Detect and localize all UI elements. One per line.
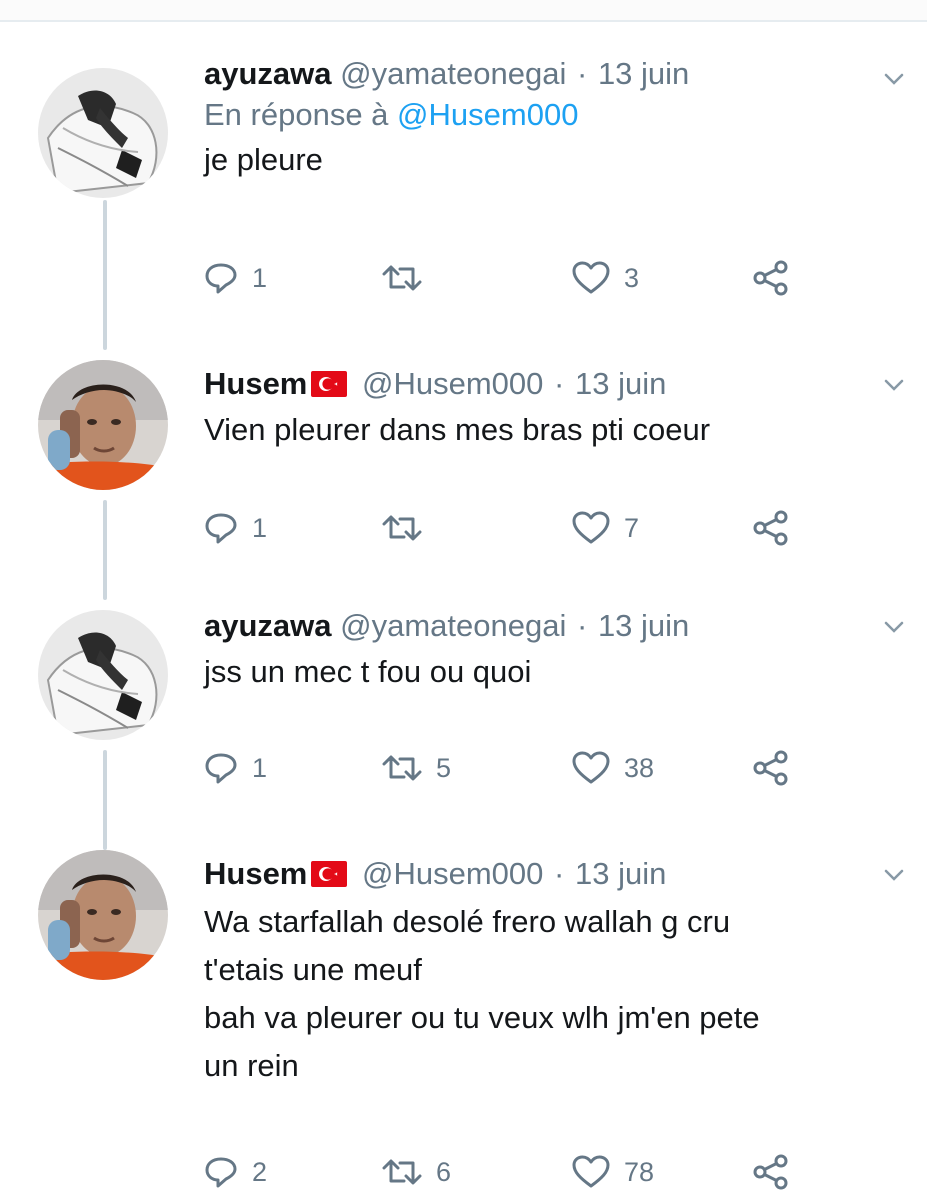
- separator: ·: [576, 56, 588, 91]
- retweet-button[interactable]: [382, 258, 436, 298]
- retweet-icon: [382, 755, 422, 781]
- separator: ·: [554, 366, 565, 401]
- author-name[interactable]: Husem: [204, 366, 307, 401]
- retweet-button[interactable]: 6: [382, 1152, 451, 1192]
- author-handle[interactable]: @Husem000: [362, 856, 543, 891]
- tweet[interactable]: Husem @Husem000 · 13 juin Wa starfallah …: [0, 830, 927, 1200]
- tweet-actions: 2 6 78: [204, 1152, 824, 1192]
- tweet[interactable]: ayuzawa @yamateonegai · 13 juin jss un m…: [0, 580, 927, 830]
- retweet-button[interactable]: [382, 508, 436, 548]
- tweet[interactable]: Husem @Husem000 · 13 juin Vien pleurer d…: [0, 330, 927, 580]
- author-handle[interactable]: @yamateonegai: [340, 608, 566, 643]
- tweet-text-line: un rein: [204, 1048, 299, 1083]
- heart-icon: [572, 261, 610, 294]
- author-handle[interactable]: @yamateonegai: [340, 56, 566, 91]
- heart-icon: [572, 511, 610, 544]
- tweet-text: jss un mec t fou ou quoi: [204, 648, 887, 696]
- tweet-header: ayuzawa @yamateonegai · 13 juin: [204, 606, 887, 646]
- like-count: 38: [624, 752, 655, 783]
- reply-count: 2: [252, 1156, 268, 1187]
- heart-icon: [572, 751, 610, 784]
- reply-icon: [205, 753, 237, 784]
- retweet-icon: [382, 265, 422, 291]
- chevron-down-icon[interactable]: [879, 64, 909, 94]
- author-handle[interactable]: @Husem000: [362, 366, 543, 401]
- like-count: 78: [624, 1156, 655, 1187]
- author-name[interactable]: Husem: [204, 856, 307, 891]
- share-button[interactable]: [752, 1152, 790, 1192]
- retweet-button[interactable]: 5: [382, 748, 451, 788]
- author-name[interactable]: ayuzawa: [204, 56, 332, 91]
- reply-button[interactable]: 2: [204, 1152, 267, 1192]
- tweet-actions: 1 7: [204, 508, 824, 548]
- like-button[interactable]: 7: [572, 508, 639, 548]
- tweet[interactable]: ayuzawa @yamateonegai · 13 juin En répon…: [0, 0, 927, 330]
- reply-icon: [205, 263, 237, 294]
- chevron-down-icon[interactable]: [879, 860, 909, 890]
- retweet-icon: [382, 1159, 422, 1185]
- like-count: 3: [624, 262, 640, 293]
- reply-mention-link[interactable]: @Husem000: [397, 97, 578, 132]
- chevron-down-icon[interactable]: [879, 370, 909, 400]
- tweet-text: je pleure: [204, 136, 887, 184]
- separator: ·: [576, 608, 588, 643]
- share-button[interactable]: [752, 508, 790, 548]
- tweet-text-line: je pleure: [204, 142, 323, 177]
- retweet-count: 5: [436, 752, 452, 783]
- share-button[interactable]: [752, 258, 790, 298]
- tweet-date[interactable]: 13 juin: [598, 608, 689, 643]
- like-count: 7: [624, 512, 640, 543]
- reply-count: 1: [252, 262, 268, 293]
- reply-icon: [205, 1157, 237, 1188]
- turkey-flag-icon: [311, 861, 348, 887]
- tweet-date[interactable]: 13 juin: [598, 56, 689, 91]
- tweet-text: Wa starfallah desolé frero wallah g cru …: [204, 898, 887, 1090]
- heart-icon: [572, 1155, 610, 1188]
- reply-count: 1: [252, 512, 268, 543]
- tweet-actions: 1 5 38: [204, 748, 824, 788]
- reply-count: 1: [252, 752, 268, 783]
- like-button[interactable]: 78: [572, 1152, 654, 1192]
- tweet-header: Husem @Husem000 · 13 juin: [204, 854, 887, 894]
- avatar[interactable]: [38, 68, 168, 198]
- turkey-flag-icon: [311, 371, 348, 397]
- tweet-text: Vien pleurer dans mes bras pti coeur: [204, 406, 887, 454]
- share-button[interactable]: [752, 748, 790, 788]
- chevron-down-icon[interactable]: [879, 612, 909, 642]
- reply-button[interactable]: 1: [204, 748, 267, 788]
- share-icon: [753, 260, 788, 296]
- share-icon: [753, 1154, 788, 1190]
- separator: ·: [554, 856, 565, 891]
- retweet-count: 6: [436, 1156, 452, 1187]
- reply-prefix: En réponse à: [204, 97, 389, 132]
- tweet-header: ayuzawa @yamateonegai · 13 juin: [204, 54, 887, 94]
- tweet-text-line: Wa starfallah desolé frero wallah g cru: [204, 904, 731, 939]
- tweet-date[interactable]: 13 juin: [575, 856, 666, 891]
- tweet-text-line: bah va pleurer ou tu veux wlh jm'en pete: [204, 1000, 760, 1035]
- share-icon: [753, 750, 788, 786]
- tweet-text-line: t'etais une meuf: [204, 952, 422, 987]
- tweet-text-line: jss un mec t fou ou quoi: [204, 654, 532, 689]
- avatar[interactable]: [38, 610, 168, 740]
- reply-button[interactable]: 1: [204, 258, 267, 298]
- like-button[interactable]: 3: [572, 258, 639, 298]
- avatar[interactable]: [38, 360, 168, 490]
- retweet-icon: [382, 515, 422, 541]
- author-name[interactable]: ayuzawa: [204, 608, 332, 643]
- tweet-actions: 1 3: [204, 258, 824, 298]
- tweet-header: Husem @Husem000 · 13 juin: [204, 364, 887, 404]
- reply-context: En réponse à @Husem000: [204, 94, 887, 136]
- tweet-date[interactable]: 13 juin: [575, 366, 666, 401]
- reply-icon: [205, 513, 237, 544]
- reply-button[interactable]: 1: [204, 508, 267, 548]
- share-icon: [753, 510, 788, 546]
- avatar[interactable]: [38, 850, 168, 980]
- tweet-text-line: Vien pleurer dans mes bras pti coeur: [204, 412, 711, 447]
- like-button[interactable]: 38: [572, 748, 654, 788]
